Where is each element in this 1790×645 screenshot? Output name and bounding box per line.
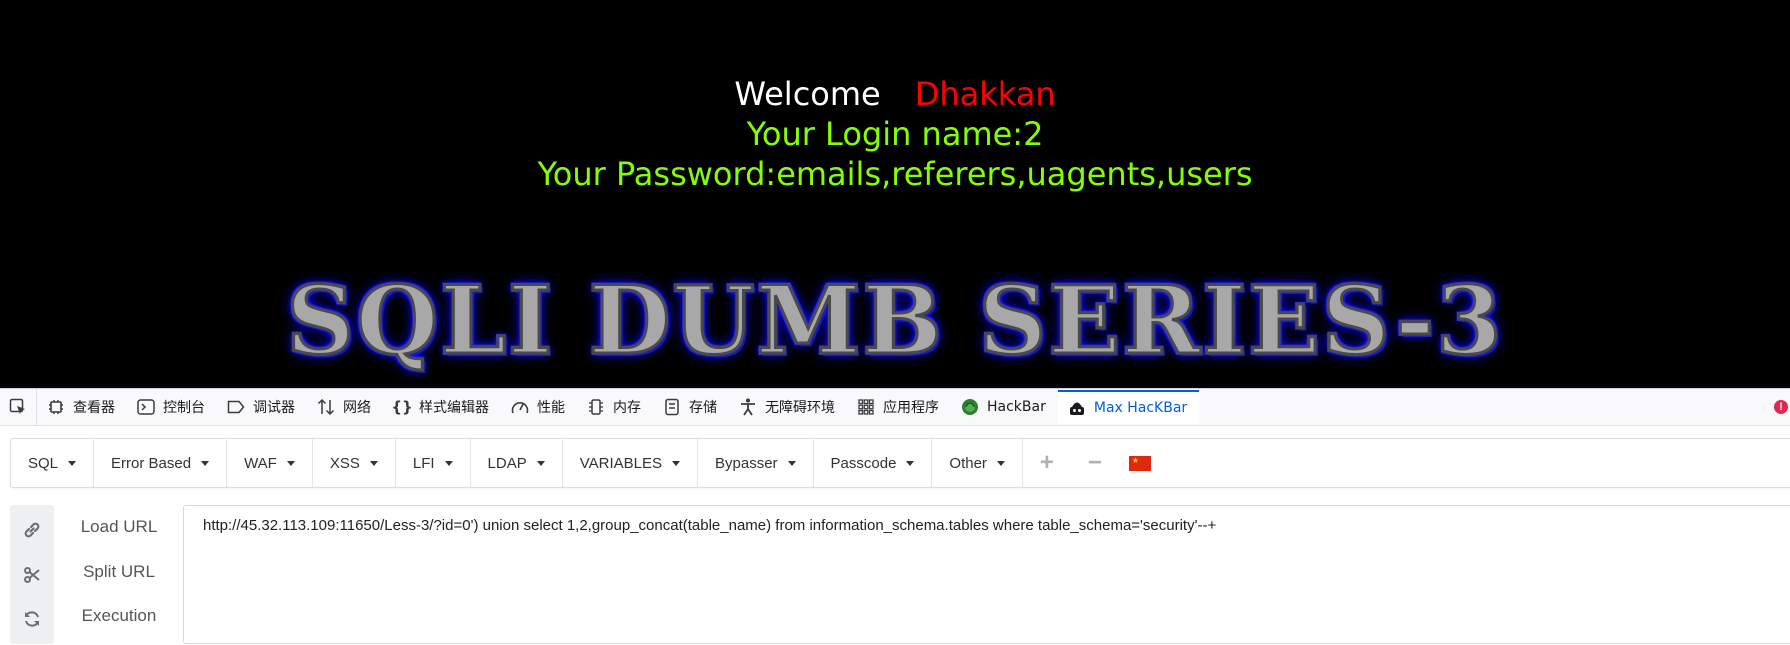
menu-other[interactable]: Other bbox=[932, 439, 1023, 487]
console-icon bbox=[137, 398, 155, 416]
tab-label: 内存 bbox=[613, 400, 641, 416]
element-picker-button[interactable] bbox=[0, 389, 37, 425]
scissors-icon bbox=[24, 567, 40, 583]
menu-label: XSS bbox=[329, 454, 360, 472]
application-icon bbox=[857, 398, 875, 416]
caret-down-icon bbox=[906, 460, 915, 466]
login-name-text: Your Login name:2 bbox=[746, 115, 1044, 153]
inspector-icon bbox=[47, 398, 65, 416]
remove-tab-button[interactable]: − bbox=[1071, 439, 1119, 487]
menu-label: Other bbox=[949, 454, 987, 472]
execution-button[interactable]: Execution bbox=[60, 606, 178, 626]
tab-style-editor[interactable]: {} 样式编辑器 bbox=[383, 390, 501, 424]
caret-down-icon bbox=[286, 460, 295, 466]
page-viewport: Welcome Dhakkan Your Login name:2 Your Pa… bbox=[0, 0, 1790, 388]
caret-down-icon bbox=[201, 460, 210, 466]
caret-down-icon bbox=[536, 460, 545, 466]
menu-lfi[interactable]: LFI bbox=[396, 439, 471, 487]
element-picker-icon bbox=[9, 398, 25, 414]
menu-waf[interactable]: WAF bbox=[227, 439, 313, 487]
split-url-button[interactable]: Split URL bbox=[60, 562, 178, 582]
hackbar-toolbar: SQL Error Based WAF XSS LFI LDAP VARIABL… bbox=[10, 438, 1790, 488]
banner-title: SQLI DUMB SERIES-3 bbox=[285, 265, 1504, 378]
username-text: Dhakkan bbox=[914, 75, 1056, 113]
tab-label: 应用程序 bbox=[883, 400, 939, 416]
menu-label: LFI bbox=[412, 454, 435, 472]
performance-icon bbox=[511, 398, 529, 416]
tab-label: HackBar bbox=[987, 399, 1046, 415]
caret-down-icon bbox=[672, 460, 680, 466]
menu-label: WAF bbox=[244, 454, 277, 472]
refresh-icon bbox=[25, 611, 39, 627]
welcome-line: Welcome Dhakkan bbox=[0, 74, 1790, 114]
load-url-button[interactable]: Load URL bbox=[60, 517, 178, 537]
caret-down-icon bbox=[369, 460, 378, 466]
storage-icon bbox=[663, 398, 681, 416]
menu-sql[interactable]: SQL bbox=[11, 439, 95, 487]
tab-application[interactable]: 应用程序 bbox=[847, 390, 951, 424]
tab-max-hackbar[interactable]: Max HacKBar bbox=[1057, 390, 1200, 424]
tab-label: 调试器 bbox=[253, 400, 295, 416]
url-textarea[interactable]: http://45.32.113.109:11650/Less-3/?id=0'… bbox=[183, 505, 1790, 644]
tab-memory[interactable]: 内存 bbox=[577, 390, 653, 424]
menu-error-based[interactable]: Error Based bbox=[94, 439, 228, 487]
link-icon bbox=[24, 522, 40, 538]
tab-label: 网络 bbox=[343, 400, 371, 416]
menu-xss[interactable]: XSS bbox=[313, 439, 396, 487]
tab-label: 性能 bbox=[537, 400, 565, 416]
tab-label: 样式编辑器 bbox=[419, 400, 489, 416]
menu-variables[interactable]: VARIABLES bbox=[563, 439, 698, 487]
tab-debugger[interactable]: 调试器 bbox=[217, 390, 307, 424]
add-tab-button[interactable]: + bbox=[1023, 439, 1071, 487]
execute-icon-button[interactable] bbox=[10, 596, 54, 642]
password-text: Your Password:emails,referers,uagents,us… bbox=[537, 155, 1253, 193]
caret-down-icon bbox=[996, 460, 1005, 466]
tab-performance[interactable]: 性能 bbox=[501, 390, 577, 424]
menu-passcode[interactable]: Passcode bbox=[814, 439, 933, 487]
series-banner: SQLI DUMB SERIES-3 bbox=[0, 265, 1790, 378]
caret-down-icon bbox=[68, 460, 77, 466]
menu-label: Error Based bbox=[111, 454, 192, 472]
tab-accessibility[interactable]: 无障碍环境 bbox=[729, 390, 847, 424]
tab-label: 存储 bbox=[689, 400, 717, 416]
welcome-text: Welcome bbox=[734, 75, 881, 113]
memory-icon bbox=[587, 398, 605, 416]
menu-ldap[interactable]: LDAP bbox=[471, 439, 563, 487]
action-icon-rail bbox=[10, 505, 54, 644]
tab-label: Max HacKBar bbox=[1093, 400, 1188, 416]
debugger-icon bbox=[227, 398, 245, 416]
tab-label: 无障碍环境 bbox=[765, 400, 835, 416]
accessibility-icon bbox=[739, 398, 757, 416]
china-flag-icon[interactable]: ★ bbox=[1128, 455, 1151, 471]
split-url-icon-button[interactable] bbox=[10, 552, 54, 598]
menu-label: Passcode bbox=[830, 454, 897, 472]
menu-label: VARIABLES bbox=[579, 454, 662, 472]
menu-label: Bypasser bbox=[715, 454, 778, 472]
menu-label: LDAP bbox=[487, 454, 527, 472]
load-url-icon-button[interactable] bbox=[10, 507, 54, 553]
hackbar-icon bbox=[961, 398, 979, 416]
style-editor-icon: {} bbox=[391, 398, 413, 416]
error-indicator-icon[interactable]: ! bbox=[1774, 400, 1788, 414]
tab-hackbar[interactable]: HackBar bbox=[951, 390, 1058, 424]
tab-console[interactable]: 控制台 bbox=[127, 390, 217, 424]
devtools-tab-bar: 查看器 控制台 调试器 网络 {} 样式编辑器 性能 内存 存储 无障碍环境 应… bbox=[0, 388, 1790, 426]
tab-label: 查看器 bbox=[73, 400, 115, 416]
caret-down-icon bbox=[787, 460, 796, 466]
tab-network[interactable]: 网络 bbox=[307, 390, 383, 424]
minus-icon: − bbox=[1087, 449, 1102, 476]
tab-inspector[interactable]: 查看器 bbox=[37, 390, 127, 424]
max-hackbar-icon bbox=[1068, 399, 1086, 417]
plus-icon: + bbox=[1039, 449, 1054, 476]
menu-bypasser[interactable]: Bypasser bbox=[698, 439, 814, 487]
network-icon bbox=[317, 398, 335, 416]
tab-storage[interactable]: 存储 bbox=[653, 390, 729, 424]
tab-label: 控制台 bbox=[163, 400, 205, 416]
caret-down-icon bbox=[444, 460, 453, 466]
menu-label: SQL bbox=[28, 454, 59, 472]
